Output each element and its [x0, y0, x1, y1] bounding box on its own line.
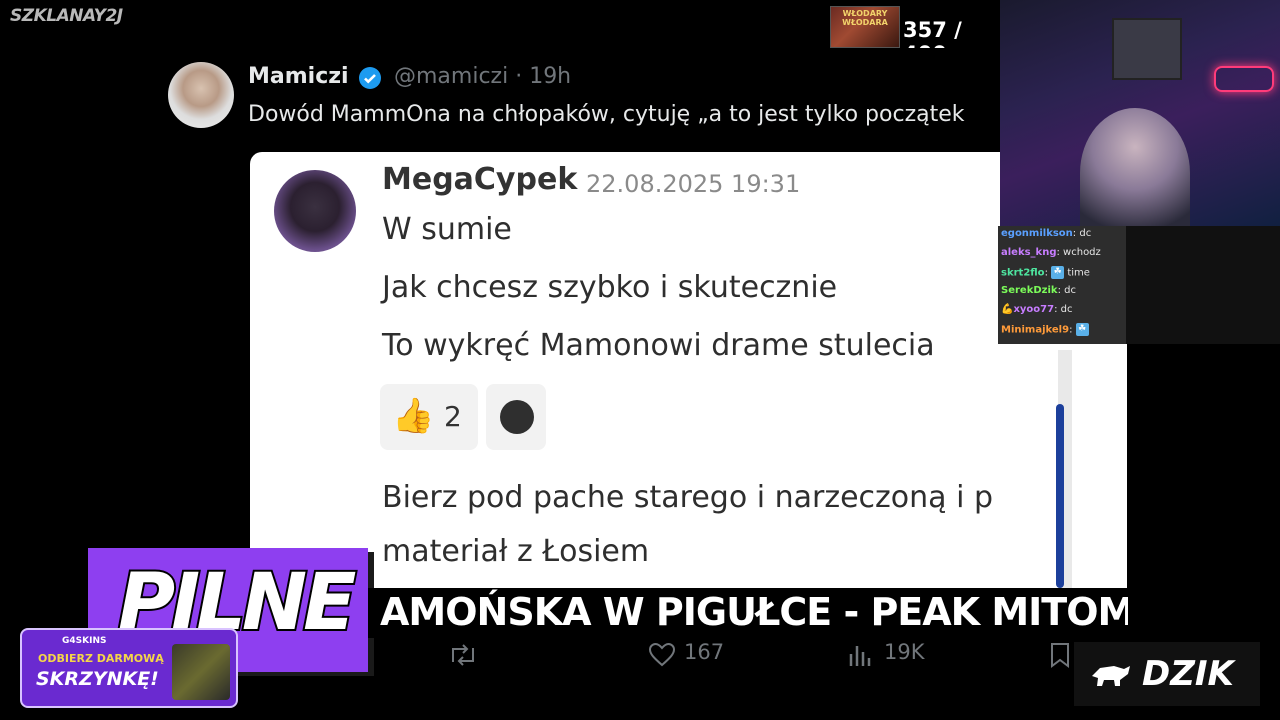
ad-line1: ODBIERZ DARMOWĄ	[38, 652, 164, 665]
retweet-icon[interactable]	[448, 642, 478, 668]
like-count: 167	[684, 640, 725, 664]
streamer	[1080, 108, 1190, 228]
wall-record-frame	[1112, 18, 1182, 80]
tweet-text: Dowód MammOna na chłopaków, cytuję „a to…	[248, 102, 965, 127]
chat-message: egonmilkson: dc	[1001, 228, 1091, 239]
reaction-thumbs-up: 👍 2	[380, 384, 478, 450]
chat-text: : dc	[1072, 228, 1092, 239]
chat-message: skrt2flo: ☘ time	[1001, 266, 1090, 279]
quoted-screenshot[interactable]: MegaCypek 22.08.2025 19:31 W sumie Jak c…	[250, 152, 1127, 612]
emote-icon: ☘	[1051, 266, 1065, 279]
chat-background	[1126, 226, 1280, 344]
reaction-count: 2	[444, 400, 462, 433]
ticker-text: AMOŃSKA W PIGUŁCE - PEAK MITOMANI	[380, 590, 1128, 634]
quoted-line: Bierz pod pache starego i narzeczoną i p	[382, 480, 993, 515]
views-count: 19K	[884, 640, 925, 664]
smiley-icon	[500, 400, 534, 434]
g4skins-ad[interactable]: G4SKINS ODBIERZ DARMOWĄ SKRZYNKĘ!	[20, 628, 238, 708]
quoted-line: W sumie	[382, 212, 512, 247]
quoted-line: To wykręć Mamonowi drame stulecia	[382, 328, 935, 363]
quoted-username: MegaCypek	[382, 162, 578, 197]
chat-username: Minimajkel9	[1001, 324, 1070, 336]
chat-message: SerekDzik: dc	[1001, 285, 1076, 296]
chat-username: skrt2flo	[1001, 267, 1045, 279]
chat-username: xyoo77	[1013, 304, 1055, 315]
dzik-logo: DZIK	[1074, 642, 1260, 706]
like-icon[interactable]	[648, 642, 676, 668]
add-reaction	[486, 384, 546, 450]
quoted-line: Jak chcesz szybko i skutecznie	[382, 270, 838, 305]
chat-username: egonmilkson	[1001, 228, 1073, 239]
goal-thumbnail: WŁODARY WŁODARA	[830, 6, 900, 48]
author-name[interactable]: Mamiczi	[248, 64, 349, 89]
sub-goal-widget: WŁODARY WŁODARA 357 / 400	[830, 4, 998, 66]
quoted-scroll-thumb	[1056, 404, 1064, 588]
chat-text: time	[1067, 267, 1090, 279]
boar-icon	[1092, 666, 1130, 686]
emote-icon: ☘	[1075, 323, 1089, 336]
crate-icon	[172, 644, 230, 700]
flex-emoji-icon: 💪	[1001, 304, 1014, 315]
goal-thumbnail-label: WŁODARY WŁODARA	[842, 9, 888, 27]
bookmark-icon[interactable]	[1048, 642, 1072, 668]
author-handle[interactable]: @mamiczi · 19h	[394, 64, 571, 89]
chat-message: aleks_kng: wchodz	[1001, 247, 1101, 258]
verified-badge-icon	[359, 67, 381, 89]
dzik-wordmark: DZIK	[1142, 654, 1234, 694]
stream-chat: egonmilkson: dc aleks_kng: wchodz skrt2f…	[998, 226, 1126, 344]
chat-text: : dc	[1054, 304, 1073, 315]
chat-text: : wchodz	[1056, 247, 1101, 258]
channel-logo: SZKLANAY2J	[10, 6, 123, 26]
author-avatar[interactable]	[168, 62, 234, 128]
neon-sign	[1214, 66, 1274, 92]
chat-text: : dc	[1057, 285, 1076, 296]
chat-message: 💪xyoo77: dc	[1001, 304, 1072, 315]
views-icon[interactable]	[848, 644, 874, 668]
chat-message: Minimajkel9: ☘	[1001, 323, 1089, 336]
ad-brand: G4SKINS	[62, 636, 107, 646]
chat-username: SerekDzik	[1001, 285, 1058, 296]
quoted-avatar	[274, 170, 356, 252]
quoted-date: 22.08.2025 19:31	[586, 170, 801, 198]
chat-username: aleks_kng	[1001, 247, 1057, 258]
ad-line2: SKRZYNKĘ!	[36, 668, 159, 690]
thumbs-up-icon: 👍	[392, 396, 435, 436]
streamer-webcam	[1000, 0, 1280, 228]
news-ticker: AMOŃSKA W PIGUŁCE - PEAK MITOMANI	[368, 588, 1128, 638]
quoted-line: materiał z Łosiem	[382, 534, 650, 569]
